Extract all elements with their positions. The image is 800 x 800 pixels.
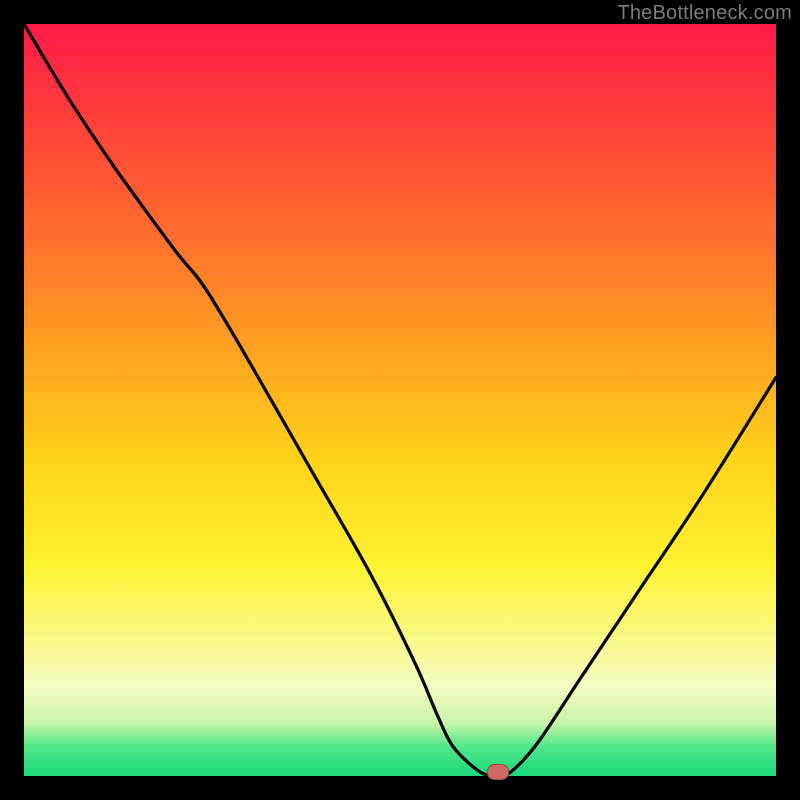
bottleneck-curve — [24, 24, 776, 776]
minimum-marker — [487, 764, 509, 780]
chart-frame: TheBottleneck.com — [0, 0, 800, 800]
plot-area — [24, 24, 776, 776]
watermark-label: TheBottleneck.com — [617, 2, 792, 25]
